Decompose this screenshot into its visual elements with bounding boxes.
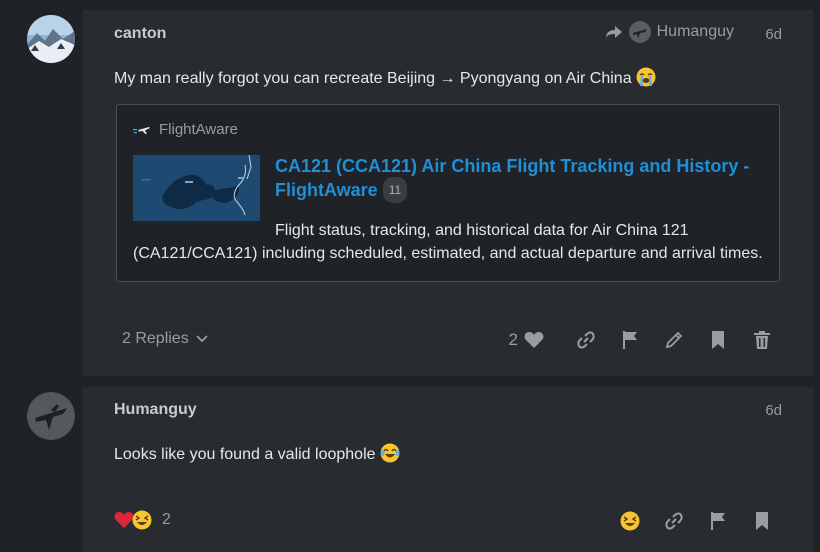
post-body: My man really forgot you can recreate Be… (114, 67, 656, 88)
post-actions (608, 509, 784, 533)
flag-icon (711, 512, 725, 530)
link-preview-source-name: FlightAware (159, 121, 238, 138)
grinning-squinting-face-icon (620, 511, 640, 531)
bookmark-button[interactable] (740, 509, 784, 533)
edit-button[interactable] (652, 328, 696, 352)
trash-icon (754, 331, 770, 349)
post-actions: 2 (509, 328, 784, 352)
post-card: Humanguy 6d Looks like you found a valid… (82, 387, 814, 552)
loudly-crying-face-icon (636, 67, 656, 87)
reaction-count: 2 (162, 511, 171, 528)
copy-link-button[interactable] (652, 509, 696, 533)
link-preview-thumbnail[interactable] (133, 155, 260, 221)
post-body-text: My man really forgot you can recreate Be… (114, 70, 632, 87)
reactions-summary[interactable]: 2 (114, 510, 171, 530)
like-button[interactable] (522, 328, 546, 352)
post-body-text: Looks like you found a valid loophole (114, 446, 376, 463)
click-count-badge: 11 (382, 177, 408, 203)
link-preview-source[interactable]: FlightAware (133, 121, 238, 138)
link-preview-description: Flight status, tracking, and historical … (133, 222, 763, 262)
flag-button[interactable] (696, 509, 740, 533)
show-replies-button[interactable]: 2 Replies (122, 330, 209, 348)
bookmark-icon (756, 512, 768, 530)
heart-icon (524, 332, 544, 348)
copy-link-button[interactable] (564, 328, 608, 352)
link-preview-title[interactable]: CA121 (CCA121) Air China Flight Tracking… (275, 155, 765, 203)
like-count[interactable]: 2 (509, 330, 518, 350)
reply-to-username: Humanguy (656, 23, 734, 40)
flag-button[interactable] (608, 328, 652, 352)
post-card: canton Humanguy 6d My man really forgot … (82, 10, 814, 376)
link-icon (665, 512, 683, 530)
reply-arrow-icon (605, 26, 622, 38)
grinning-squinting-face-icon (132, 510, 152, 530)
post-body: Looks like you found a valid loophole (114, 443, 400, 464)
flag-icon (623, 331, 637, 349)
replies-label: 2 Replies (122, 330, 189, 347)
post-date[interactable]: 6d (765, 402, 782, 419)
face-with-tears-of-joy-icon (380, 443, 400, 463)
reply-to-indicator[interactable]: Humanguy (605, 21, 734, 43)
avatar-canton[interactable] (27, 15, 75, 63)
post-canton: canton Humanguy 6d My man really forgot … (0, 0, 820, 380)
link-icon (577, 331, 595, 349)
avatar-humanguy[interactable] (27, 392, 75, 440)
reply-avatar (628, 21, 651, 43)
chevron-down-icon (196, 335, 208, 343)
pencil-icon (665, 331, 683, 349)
delete-button[interactable] (740, 328, 784, 352)
post-date[interactable]: 6d (765, 26, 782, 43)
bookmark-icon (712, 331, 724, 349)
post-humanguy: Humanguy 6d Looks like you found a valid… (0, 380, 820, 552)
link-preview-title-text: CA121 (CCA121) Air China Flight Tracking… (275, 156, 750, 200)
flightaware-logo-icon (133, 126, 150, 134)
red-heart-icon (114, 512, 134, 528)
react-button[interactable] (608, 509, 652, 533)
username[interactable]: canton (114, 25, 166, 43)
username[interactable]: Humanguy (114, 401, 197, 419)
bookmark-button[interactable] (696, 328, 740, 352)
link-preview[interactable]: FlightAware CA121 (CCA121) Air China Fli… (116, 104, 780, 282)
